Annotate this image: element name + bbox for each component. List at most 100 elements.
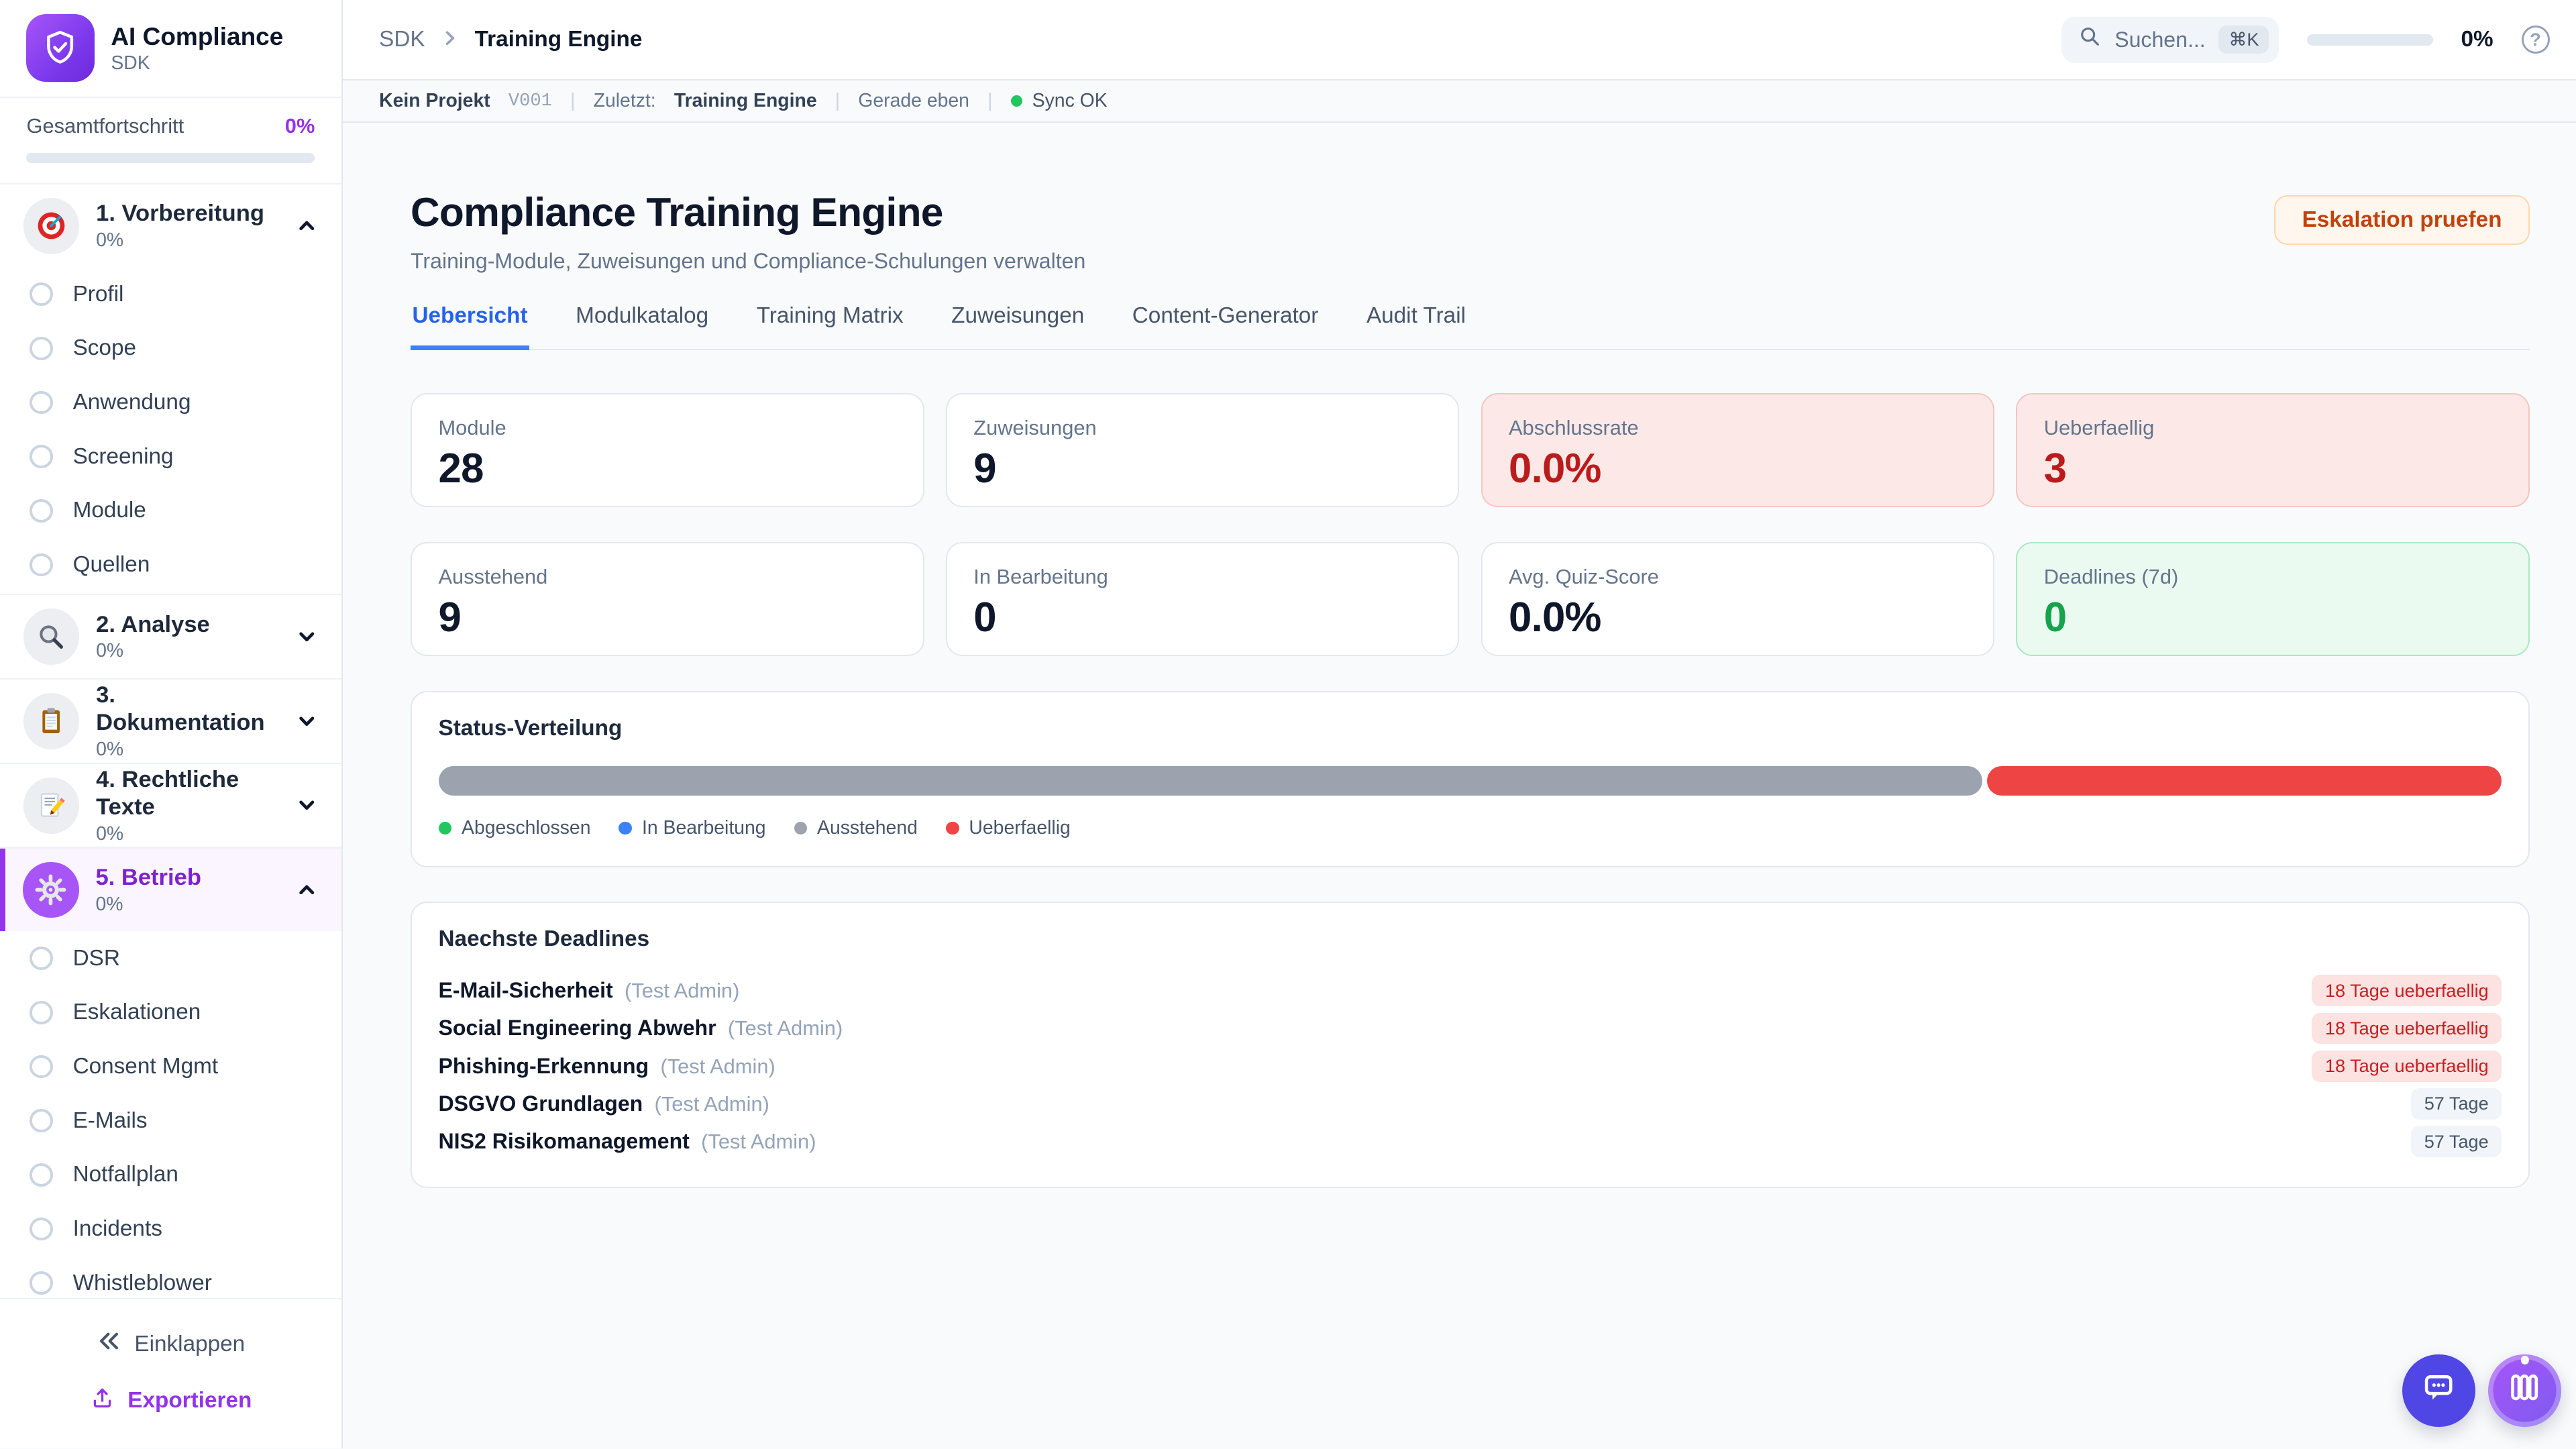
shield-check-icon [26,14,94,82]
section-progress: 0% [96,739,278,761]
tab-training-matrix[interactable]: Training Matrix [755,303,905,350]
sidebar-item-whistleblower[interactable]: Whistleblower [0,1256,341,1298]
section-progress: 0% [96,229,278,252]
stat-card-quiz-score: Avg. Quiz-Score 0.0% [1481,542,1995,656]
days-badge: 57 Tage [2411,1126,2502,1157]
tab-uebersicht[interactable]: Uebersicht [411,303,529,350]
sidebar-section-rechtliche-texte[interactable]: 4. Rechtliche Texte 0% [0,764,341,847]
floating-buttons [2402,1354,2561,1428]
search-placeholder: Suchen... [2114,28,2206,52]
sidebar-item-incidents[interactable]: Incidents [0,1202,341,1256]
deadline-row: Phishing-Erkennung(Test Admin) 18 Tage u… [439,1047,2502,1085]
sidebar-section-analyse[interactable]: 2. Analyse 0% [0,595,341,678]
app-logo-block: AI Compliance SDK [0,0,341,98]
tab-modulkatalog[interactable]: Modulkatalog [574,303,710,350]
chevron-down-icon [295,625,319,649]
status-circle-icon [30,337,53,360]
last-module-label: Zuletzt: [594,90,656,112]
sidebar-footer: Einklappen Exportieren [0,1298,341,1448]
double-chevron-left-icon [97,1330,121,1358]
sidebar-section-dokumentation[interactable]: 3. Dokumentation 0% [0,680,341,762]
breadcrumb-root[interactable]: SDK [379,27,425,52]
section-title: 4. Rechtliche Texte [96,766,278,822]
help-icon[interactable]: ? [2522,25,2550,54]
bar-segment-ueberfaellig [1987,766,2502,796]
chat-button[interactable] [2402,1354,2475,1428]
tab-content-generator[interactable]: Content-Generator [1130,303,1320,350]
days-badge: 57 Tage [2411,1088,2502,1120]
stat-card-ausstehend: Ausstehend 9 [411,542,924,656]
sidebar-item-consent-mgmt[interactable]: Consent Mgmt [0,1040,341,1094]
last-sync-time: Gerade eben [858,90,969,112]
sidebar-item-eskalationen[interactable]: Eskalationen [0,985,341,1040]
status-circle-icon [30,391,53,415]
upload-icon [90,1385,115,1416]
legend-ausstehend: Ausstehend [794,817,918,839]
tab-bar: Uebersicht Modulkatalog Training Matrix … [411,303,2530,350]
header-progress-value: 0% [2461,27,2493,52]
check-escalation-button[interactable]: Eskalation pruefen [2274,195,2530,245]
sidebar-item-notfallplan[interactable]: Notfallplan [0,1148,341,1202]
overall-progress-value: 0% [285,114,315,138]
next-deadlines-title: Naechste Deadlines [439,926,2502,952]
chevron-down-icon [295,710,319,733]
version-tag: V001 [508,91,552,111]
sidebar-item-module[interactable]: Module [0,484,341,538]
status-circle-icon [30,445,53,468]
status-circle-icon [30,1109,53,1132]
main-area: SDK Training Engine Suchen... ⌘K 0% ? Ke… [343,0,2576,1448]
bar-segment-ausstehend [439,766,1982,796]
tab-audit-trail[interactable]: Audit Trail [1364,303,1467,350]
sidebar-item-dsr[interactable]: DSR [0,931,341,985]
memo-pencil-icon [23,777,80,834]
status-circle-icon [30,947,53,970]
deadlines-list: E-Mail-Sicherheit(Test Admin) 18 Tage ue… [439,972,2502,1161]
sidebar-item-anwendung[interactable]: Anwendung [0,376,341,430]
export-button[interactable]: Exportieren [0,1373,341,1429]
status-distribution-title: Status-Verteilung [439,716,2502,741]
keyboard-shortcut-badge: ⌘K [2218,25,2269,54]
last-module-value: Training Engine [674,90,817,112]
stat-card-abschlussrate: Abschlussrate 0.0% [1481,393,1995,507]
clipboard-icon [23,693,80,749]
panel-toggle-button[interactable] [2488,1354,2561,1428]
notification-dot [2520,1356,2528,1364]
sidebar-section-vorbereitung[interactable]: 1. Vorbereitung 0% [0,184,341,267]
page-subtitle: Training-Module, Zuweisungen und Complia… [411,249,1085,274]
sidebar-item-quellen[interactable]: Quellen [0,538,341,592]
section-items-betrieb: DSR Eskalationen Consent Mgmt E-Mails No… [0,931,341,1298]
sidebar-item-emails[interactable]: E-Mails [0,1093,341,1148]
tab-zuweisungen[interactable]: Zuweisungen [950,303,1086,350]
overdue-badge: 18 Tage ueberfaellig [2312,1013,2502,1044]
columns-icon [2506,1369,2542,1412]
page-content: Compliance Training Engine Training-Modu… [343,123,2576,1449]
status-circle-icon [30,553,53,577]
green-dot-icon [439,822,452,835]
section-items-vorbereitung: Profil Scope Anwendung Screening Module … [0,267,341,594]
sidebar-item-scope[interactable]: Scope [0,321,341,376]
status-legend: Abgeschlossen In Bearbeitung Ausstehend … [439,817,2502,839]
section-title: 5. Betrieb [95,864,278,892]
collapse-sidebar-button[interactable]: Einklappen [0,1316,341,1373]
divider: | [835,90,840,112]
sidebar-section-betrieb[interactable]: 5. Betrieb 0% [0,849,341,931]
status-circle-icon [30,499,53,523]
sidebar-item-screening[interactable]: Screening [0,429,341,484]
search-input[interactable]: Suchen... ⌘K [2061,17,2279,63]
stat-card-module: Module 28 [411,393,924,507]
target-icon [23,198,80,254]
sidebar-item-profil[interactable]: Profil [0,267,341,321]
overdue-badge: 18 Tage ueberfaellig [2312,1051,2502,1082]
topbar: SDK Training Engine Suchen... ⌘K 0% ? [343,0,2576,79]
breadcrumb: SDK Training Engine [379,25,642,55]
status-circle-icon [30,1271,53,1295]
chevron-down-icon [295,794,319,817]
section-title: 3. Dokumentation [96,682,278,737]
sidebar-nav: 1. Vorbereitung 0% Profil Scope Anwendun… [0,184,341,1298]
page-header: Compliance Training Engine Training-Modu… [411,189,2530,274]
deadline-row: NIS2 Risikomanagement(Test Admin) 57 Tag… [439,1123,2502,1161]
status-circle-icon [30,1055,53,1079]
section-title: 2. Analyse [96,611,278,639]
magnifier-icon [23,608,80,665]
app-title: AI Compliance [111,22,283,51]
